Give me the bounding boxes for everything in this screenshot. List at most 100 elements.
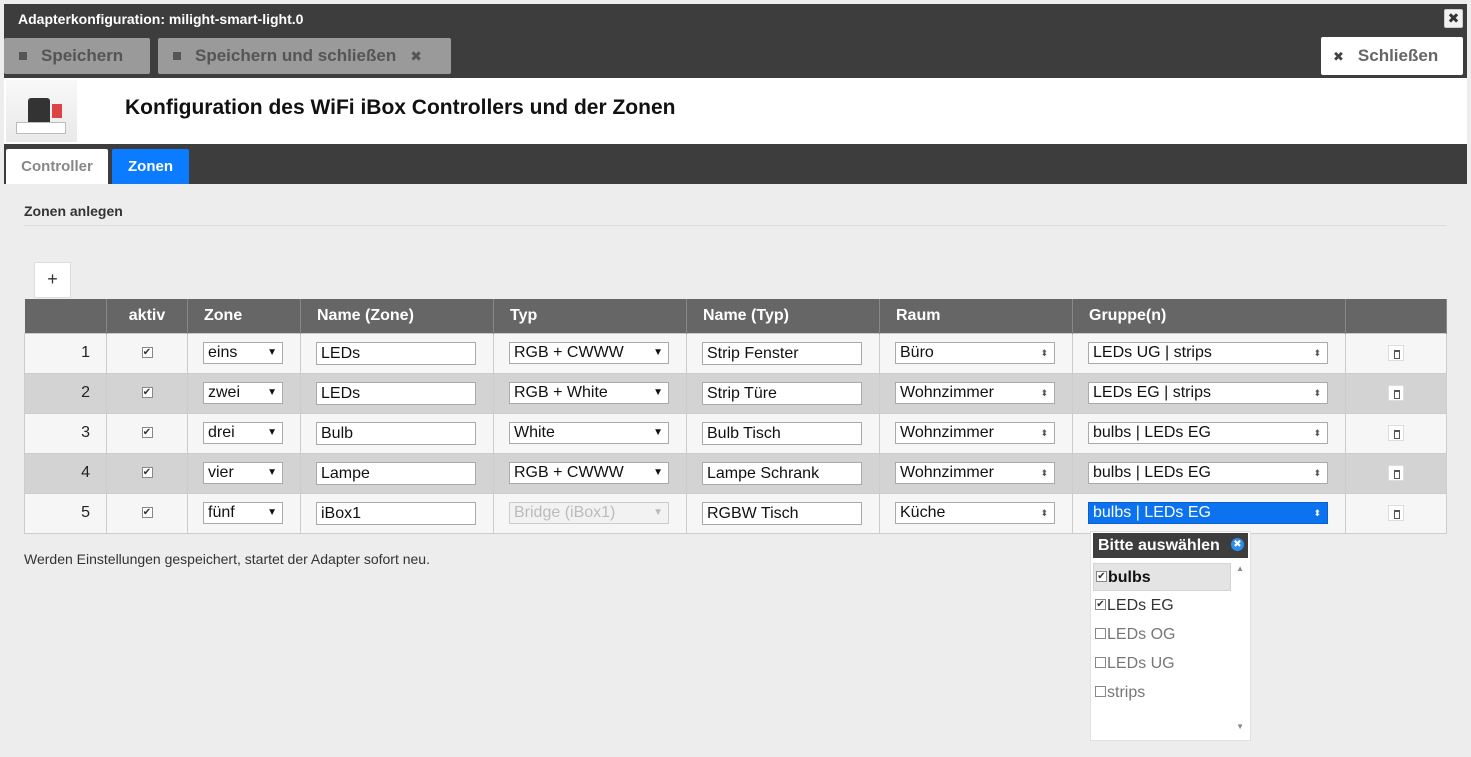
close-button-label: Schließen bbox=[1357, 46, 1439, 65]
delete-row-trash-icon[interactable] bbox=[1388, 504, 1404, 521]
row-number: 4 bbox=[24, 452, 107, 494]
delete-row-trash-icon[interactable] bbox=[1388, 344, 1404, 361]
type-select[interactable]: RGB + CWWW ▼ bbox=[509, 462, 669, 484]
column-header-number bbox=[24, 299, 107, 333]
section-divider bbox=[24, 225, 1446, 226]
chevron-down-icon: ▼ bbox=[267, 387, 277, 398]
adapter-logo bbox=[6, 80, 77, 142]
updown-icon: ⬍ bbox=[1040, 468, 1048, 478]
table-row: 1 ✔ eins ▼ LEDs RGB + CWWW ▼ Strip Fenster… bbox=[24, 332, 1447, 374]
active-checkbox[interactable]: ✔ bbox=[141, 507, 153, 519]
group-option-strips[interactable]: strips bbox=[1093, 679, 1231, 707]
save-and-close-label: Speichern und schließen bbox=[195, 46, 397, 65]
save-button-label: Speichern bbox=[41, 46, 124, 65]
zone-select[interactable]: drei ▼ bbox=[203, 422, 283, 444]
active-checkbox[interactable]: ✔ bbox=[141, 467, 153, 479]
dropdown-header-label: Bitte auswählen bbox=[1098, 537, 1220, 554]
delete-row-trash-icon[interactable] bbox=[1388, 384, 1404, 401]
close-button[interactable]: ✖ Schließen bbox=[1321, 37, 1463, 75]
section-title: Zonen anlegen bbox=[24, 203, 123, 219]
groups-select[interactable]: bulbs | LEDs EG ⬍ bbox=[1088, 422, 1328, 444]
group-option-leds-ug[interactable]: LEDs UG bbox=[1093, 650, 1231, 678]
table-row: 2 ✔ zwei ▼ LEDs RGB + White ▼ Strip Türe W… bbox=[24, 372, 1447, 414]
room-select[interactable]: Wohnzimmer ⬍ bbox=[895, 422, 1055, 444]
delete-row-trash-icon[interactable] bbox=[1388, 424, 1404, 441]
add-zone-button[interactable]: + bbox=[34, 262, 71, 298]
zone-name-input[interactable]: LEDs bbox=[316, 341, 476, 365]
groups-select[interactable]: LEDs EG | strips ⬍ bbox=[1088, 382, 1328, 404]
column-header-type-name: Name (Typ) bbox=[686, 299, 880, 333]
column-header-active: aktiv bbox=[106, 299, 188, 333]
type-select[interactable]: RGB + CWWW ▼ bbox=[509, 342, 669, 364]
group-option-leds-eg[interactable]: ✔ LEDs EG bbox=[1093, 592, 1231, 620]
option-checkbox[interactable] bbox=[1095, 686, 1106, 698]
column-header-zone-name: Name (Zone) bbox=[300, 299, 494, 333]
option-checkbox[interactable] bbox=[1095, 657, 1106, 669]
zones-table: aktiv Zone Name (Zone) Typ Name (Typ) Ra… bbox=[24, 299, 1447, 534]
groups-select[interactable]: LEDs UG | strips ⬍ bbox=[1088, 342, 1328, 364]
zone-select[interactable]: vier ▼ bbox=[203, 462, 283, 484]
window-title: Adapterkonfiguration: milight-smart-ligh… bbox=[18, 11, 304, 27]
row-number: 1 bbox=[24, 332, 107, 374]
chevron-down-icon: ▼ bbox=[267, 427, 277, 438]
zone-select[interactable]: fünf ▼ bbox=[203, 502, 283, 524]
type-select-disabled: Bridge (iBox1) ▼ bbox=[509, 502, 669, 524]
room-select[interactable]: Büro ⬍ bbox=[895, 342, 1055, 364]
window-close-icon[interactable]: ✖ bbox=[1444, 9, 1463, 28]
group-option-leds-og[interactable]: LEDs OG bbox=[1093, 621, 1231, 649]
zone-name-input[interactable]: LEDs bbox=[316, 381, 476, 405]
chevron-down-icon: ▼ bbox=[653, 427, 663, 438]
type-select[interactable]: White ▼ bbox=[509, 422, 669, 444]
window-titlebar: Adapterkonfiguration: milight-smart-ligh… bbox=[4, 4, 1467, 33]
room-select[interactable]: Wohnzimmer ⬍ bbox=[895, 382, 1055, 404]
updown-icon: ⬍ bbox=[1313, 348, 1321, 358]
zone-select[interactable]: zwei ▼ bbox=[203, 382, 283, 404]
zone-name-input[interactable]: Lampe bbox=[316, 461, 476, 485]
table-header-row: aktiv Zone Name (Zone) Typ Name (Typ) Ra… bbox=[24, 299, 1447, 333]
save-button[interactable]: Speichern bbox=[4, 38, 150, 74]
save-and-close-button[interactable]: Speichern und schließen ✖ bbox=[158, 38, 451, 74]
zone-name-input[interactable]: iBox1 bbox=[316, 501, 476, 525]
updown-icon: ⬍ bbox=[1040, 508, 1048, 518]
delete-row-trash-icon[interactable] bbox=[1388, 464, 1404, 481]
option-checkbox[interactable]: ✔ bbox=[1095, 599, 1106, 611]
zone-select[interactable]: eins ▼ bbox=[203, 342, 283, 364]
type-name-input[interactable]: Lampe Schrank bbox=[702, 461, 862, 485]
save-icon bbox=[173, 51, 181, 60]
chevron-down-icon: ▼ bbox=[267, 467, 277, 478]
adapter-header: Konfiguration des WiFi iBox Controllers … bbox=[4, 78, 1467, 144]
zone-name-input[interactable]: Bulb bbox=[316, 421, 476, 445]
active-checkbox[interactable]: ✔ bbox=[141, 387, 153, 399]
restart-notice: Werden Einstellungen gespeichert, starte… bbox=[24, 551, 430, 567]
type-name-input[interactable]: Strip Türe bbox=[702, 381, 862, 405]
type-select[interactable]: RGB + White ▼ bbox=[509, 382, 669, 404]
table-row: 5 ✔ fünf ▼ iBox1 Bridge (iBox1) ▼ RGBW Tis… bbox=[24, 492, 1447, 534]
scroll-down-icon[interactable]: ▼ bbox=[1236, 722, 1244, 731]
groups-dropdown: Bitte auswählen ✖ ✔ bulbs ✔ LEDs EG LEDs O… bbox=[1090, 531, 1251, 741]
chevron-down-icon: ▼ bbox=[653, 467, 663, 478]
groups-select[interactable]: bulbs | LEDs EG ⬍ bbox=[1088, 462, 1328, 484]
row-number: 3 bbox=[24, 412, 107, 454]
tab-zonen[interactable]: Zonen bbox=[112, 149, 189, 184]
column-header-room: Raum bbox=[879, 299, 1073, 333]
active-checkbox[interactable]: ✔ bbox=[141, 347, 153, 359]
chevron-down-icon: ▼ bbox=[267, 507, 277, 518]
row-number: 5 bbox=[24, 492, 107, 534]
room-select[interactable]: Küche ⬍ bbox=[895, 502, 1055, 524]
room-select[interactable]: Wohnzimmer ⬍ bbox=[895, 462, 1055, 484]
option-checkbox[interactable] bbox=[1095, 628, 1106, 640]
save-icon bbox=[19, 51, 27, 60]
scroll-up-icon[interactable]: ▲ bbox=[1236, 564, 1244, 573]
updown-icon: ⬍ bbox=[1313, 508, 1321, 518]
groups-select-active[interactable]: bulbs | LEDs EG ⬍ bbox=[1088, 502, 1328, 524]
group-option-bulbs[interactable]: ✔ bulbs bbox=[1093, 563, 1231, 591]
chevron-down-icon: ▼ bbox=[267, 347, 277, 358]
dropdown-header: Bitte auswählen ✖ bbox=[1093, 533, 1248, 558]
active-checkbox[interactable]: ✔ bbox=[141, 427, 153, 439]
tab-controller[interactable]: Controller bbox=[6, 149, 108, 184]
option-checkbox[interactable]: ✔ bbox=[1096, 571, 1107, 583]
type-name-input[interactable]: Bulb Tisch bbox=[702, 421, 862, 445]
type-name-input[interactable]: Strip Fenster bbox=[702, 341, 862, 365]
type-name-input[interactable]: RGBW Tisch bbox=[702, 501, 862, 525]
close-icon[interactable]: ✖ bbox=[1231, 538, 1244, 551]
